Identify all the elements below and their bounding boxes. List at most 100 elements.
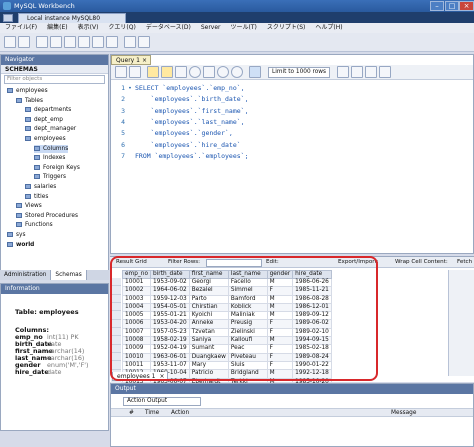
grid-cell[interactable]: Chirstian: [188, 302, 229, 313]
grid-cell[interactable]: 1957-05-23: [150, 327, 190, 338]
row-header[interactable]: [111, 311, 121, 320]
tree-item[interactable]: dept_manager: [25, 125, 76, 133]
grid-cell[interactable]: 10005: [121, 311, 152, 321]
beautify-icon[interactable]: [337, 66, 349, 78]
toggle-continue-icon[interactable]: [203, 66, 215, 78]
grid-cell[interactable]: 10007: [121, 327, 152, 338]
limit-rows-select[interactable]: Limit to 1000 rows: [268, 67, 330, 78]
tree-item[interactable]: salaries: [25, 183, 56, 191]
grid-cell[interactable]: M: [266, 294, 294, 304]
tree-item[interactable]: Triggers: [34, 173, 66, 181]
grid-cell[interactable]: Simmel: [227, 286, 268, 296]
grid-cell[interactable]: Parto: [188, 294, 229, 304]
grid-cell[interactable]: 1958-02-19: [150, 336, 190, 346]
grid-cell[interactable]: Preusig: [227, 319, 268, 329]
grid-cell[interactable]: 1989-08-24: [292, 352, 332, 362]
grid-cell[interactable]: Bamford: [227, 294, 268, 304]
grid-cell[interactable]: 1989-02-10: [292, 327, 332, 338]
grid-cell[interactable]: Anneke: [188, 319, 229, 329]
grid-cell[interactable]: M: [266, 302, 294, 313]
tree-item[interactable]: Foreign Keys: [34, 164, 80, 172]
row-header[interactable]: [111, 328, 121, 337]
search-table-icon[interactable]: [124, 36, 136, 48]
grid-cell[interactable]: F: [266, 360, 294, 371]
filter-rows-input[interactable]: [206, 259, 262, 267]
home-icon[interactable]: [3, 14, 13, 22]
execute-statement-icon[interactable]: [161, 66, 173, 78]
grid-cell[interactable]: Zielinski: [227, 327, 268, 338]
row-header[interactable]: [111, 278, 121, 287]
grid-cell[interactable]: 1959-12-03: [150, 294, 190, 304]
grid-cell[interactable]: F: [266, 286, 294, 296]
row-header[interactable]: [111, 303, 121, 312]
menu-item[interactable]: スクリプト(S): [262, 23, 311, 33]
result-grid-label[interactable]: Result Grid: [116, 257, 147, 268]
menu-item[interactable]: ファイル(F): [0, 23, 42, 33]
new-sql-tab-icon[interactable]: [4, 36, 16, 48]
info-icon[interactable]: [36, 36, 48, 48]
grid-cell[interactable]: 1994-09-15: [292, 336, 332, 346]
grid-cell[interactable]: M: [266, 336, 294, 346]
autocommit-icon[interactable]: [249, 66, 261, 78]
save-icon[interactable]: [129, 66, 141, 78]
grid-cell[interactable]: Sluis: [227, 360, 268, 371]
query-tab[interactable]: Query 1 ×: [111, 55, 151, 65]
tab-administration[interactable]: Administration: [0, 270, 52, 280]
table-row[interactable]: 10011 1953-11-07 Mary Sluis F 1990-01-22: [121, 360, 332, 371]
grid-cell[interactable]: F: [266, 352, 294, 362]
grid-cell[interactable]: 1952-04-19: [150, 344, 190, 354]
grid-cell[interactable]: 1985-11-21: [292, 286, 332, 296]
maximize-button[interactable]: □: [445, 1, 459, 11]
grid-cell[interactable]: 1986-12-01: [292, 302, 332, 313]
menu-item[interactable]: 編集(E): [42, 23, 72, 33]
open-sql-script-icon[interactable]: [18, 36, 30, 48]
grid-cell[interactable]: Bezalel: [188, 286, 229, 296]
tree-item[interactable]: employees: [25, 135, 66, 143]
tree-item[interactable]: Indexes: [34, 154, 65, 162]
grid-cell[interactable]: 10009: [121, 344, 152, 354]
grid-cell[interactable]: Georgi: [188, 277, 229, 288]
reconnect-icon[interactable]: [138, 36, 150, 48]
tree-item[interactable]: titles: [25, 193, 48, 201]
tree-item[interactable]: Stored Procedures: [16, 212, 78, 220]
row-header[interactable]: [111, 344, 121, 354]
word-wrap-icon[interactable]: [379, 66, 391, 78]
row-header[interactable]: [111, 353, 121, 362]
tree-item[interactable]: Functions: [16, 221, 53, 229]
grid-cell[interactable]: M: [266, 311, 294, 321]
grid-cell[interactable]: Duangkaew: [188, 352, 229, 362]
grid-cell[interactable]: 10003: [121, 294, 152, 304]
grid-cell[interactable]: 10006: [121, 319, 152, 329]
menu-item[interactable]: ヘルプ(H): [310, 23, 347, 33]
create-function-icon[interactable]: [106, 36, 118, 48]
tree-item[interactable]: departments: [25, 106, 71, 114]
row-header[interactable]: [111, 286, 121, 295]
tree-item[interactable]: Tables: [16, 97, 43, 105]
tree-item[interactable]: employees: [7, 87, 48, 95]
create-view-icon[interactable]: [78, 36, 90, 48]
grid-cell[interactable]: Facello: [227, 277, 268, 288]
tab-schemas[interactable]: Schemas: [51, 270, 87, 280]
output-type-select[interactable]: Action Output: [123, 397, 201, 406]
tree-item[interactable]: Views: [16, 202, 42, 210]
grid-cell[interactable]: 1986-06-26: [292, 277, 332, 288]
grid-cell[interactable]: Koblick: [227, 302, 268, 313]
grid-cell[interactable]: Maliniak: [227, 311, 268, 321]
row-header[interactable]: [111, 294, 121, 304]
table-row[interactable]: 10005 1955-01-21 Kyoichi Maliniak M 1989-09-1…: [121, 311, 332, 321]
grid-cell[interactable]: F: [266, 327, 294, 338]
grid-cell[interactable]: 10010: [121, 352, 152, 362]
row-header[interactable]: [111, 319, 121, 329]
grid-cell[interactable]: Piveteau: [227, 352, 268, 362]
grid-cell[interactable]: 1990-01-22: [292, 360, 332, 371]
grid-cell[interactable]: 10004: [121, 302, 152, 313]
tree-item[interactable]: Columns: [34, 144, 69, 153]
rollback-icon[interactable]: [231, 66, 243, 78]
table-row[interactable]: 10010 1963-06-01 Duangkaew Piveteau F 1989-08…: [121, 352, 332, 362]
grid-cell[interactable]: Kalloufi: [227, 336, 268, 346]
result-tab-employees[interactable]: employees 1 ×: [112, 372, 169, 381]
grid-cell[interactable]: 1963-06-01: [150, 352, 190, 362]
grid-cell[interactable]: 10001: [121, 277, 152, 288]
menu-item[interactable]: Server: [196, 23, 226, 33]
fetch-label[interactable]: Fetch: [457, 257, 472, 268]
